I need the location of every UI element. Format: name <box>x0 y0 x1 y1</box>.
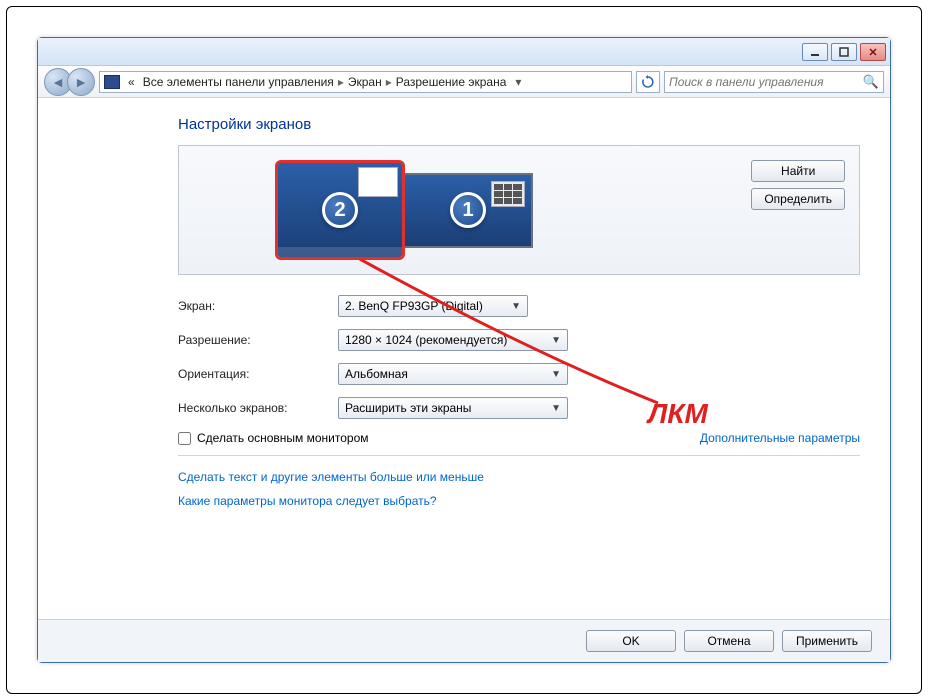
resolution-dropdown[interactable]: 1280 × 1024 (рекомендуется) ▼ <box>338 329 568 351</box>
dialog-button-bar: OK Отмена Применить <box>38 619 890 662</box>
display-dropdown[interactable]: 2. BenQ FP93GP (Digital) ▼ <box>338 295 528 317</box>
navbar: ◄ ► « Все элементы панели управления ▸ Э… <box>38 66 890 98</box>
resolution-dropdown-value: 1280 × 1024 (рекомендуется) <box>345 333 507 347</box>
which-params-link[interactable]: Какие параметры монитора следует выбрать… <box>178 494 860 508</box>
resolution-label: Разрешение: <box>178 333 338 347</box>
find-button[interactable]: Найти <box>751 160 845 182</box>
forward-button[interactable]: ► <box>67 68 95 96</box>
page-title: Настройки экранов <box>178 116 860 133</box>
cancel-button[interactable]: Отмена <box>684 630 774 652</box>
titlebar <box>38 38 890 66</box>
divider <box>178 455 860 456</box>
monitor-preview-keypad <box>494 184 522 204</box>
monitor-preview-window <box>358 167 398 197</box>
control-panel-icon <box>104 75 120 89</box>
breadcrumb-prefix: « <box>124 75 139 89</box>
make-primary-checkbox[interactable] <box>178 432 191 445</box>
content-area: Настройки экранов 2 1 Найти Определить <box>38 98 890 619</box>
monitor-number-badge: 1 <box>450 192 486 228</box>
identify-button[interactable]: Определить <box>751 188 845 210</box>
chevron-down-icon: ▼ <box>511 301 521 312</box>
advanced-settings-link[interactable]: Дополнительные параметры <box>700 431 860 445</box>
monitor-1[interactable]: 1 <box>403 173 533 248</box>
apply-button[interactable]: Применить <box>782 630 872 652</box>
chevron-down-icon: ▼ <box>551 403 561 414</box>
multiple-displays-dropdown-value: Расширить эти экраны <box>345 401 471 415</box>
chevron-down-icon: ▼ <box>551 335 561 346</box>
close-button[interactable] <box>860 43 886 61</box>
maximize-button[interactable] <box>831 43 857 61</box>
ok-button[interactable]: OK <box>586 630 676 652</box>
multiple-displays-label: Несколько экранов: <box>178 401 338 415</box>
search-icon[interactable]: 🔍 <box>863 74 879 90</box>
monitor-arrangement-panel[interactable]: 2 1 Найти Определить <box>178 145 860 275</box>
minimize-button[interactable] <box>802 43 828 61</box>
display-label: Экран: <box>178 299 338 313</box>
breadcrumb-seg2[interactable]: Экран <box>344 75 386 89</box>
breadcrumb-seg3[interactable]: Разрешение экрана <box>392 75 511 89</box>
orientation-label: Ориентация: <box>178 367 338 381</box>
search-input[interactable] <box>669 75 863 89</box>
breadcrumb-seg1[interactable]: Все элементы панели управления <box>139 75 338 89</box>
address-dropdown-icon[interactable]: ▾ <box>510 75 526 89</box>
make-primary-label: Сделать основным монитором <box>197 431 369 445</box>
multiple-displays-dropdown[interactable]: Расширить эти экраны ▼ <box>338 397 568 419</box>
orientation-dropdown[interactable]: Альбомная ▼ <box>338 363 568 385</box>
chevron-down-icon: ▼ <box>551 369 561 380</box>
refresh-button[interactable] <box>636 71 660 93</box>
orientation-dropdown-value: Альбомная <box>345 367 408 381</box>
monitor-number-badge: 2 <box>322 192 358 228</box>
display-dropdown-value: 2. BenQ FP93GP (Digital) <box>345 299 483 313</box>
monitor-preview-taskbar <box>278 247 402 257</box>
window: ◄ ► « Все элементы панели управления ▸ Э… <box>37 37 891 663</box>
address-bar[interactable]: « Все элементы панели управления ▸ Экран… <box>99 71 632 93</box>
monitor-2[interactable]: 2 <box>275 160 405 260</box>
search-bar[interactable]: 🔍 <box>664 71 884 93</box>
text-size-link[interactable]: Сделать текст и другие элементы больше и… <box>178 470 860 484</box>
